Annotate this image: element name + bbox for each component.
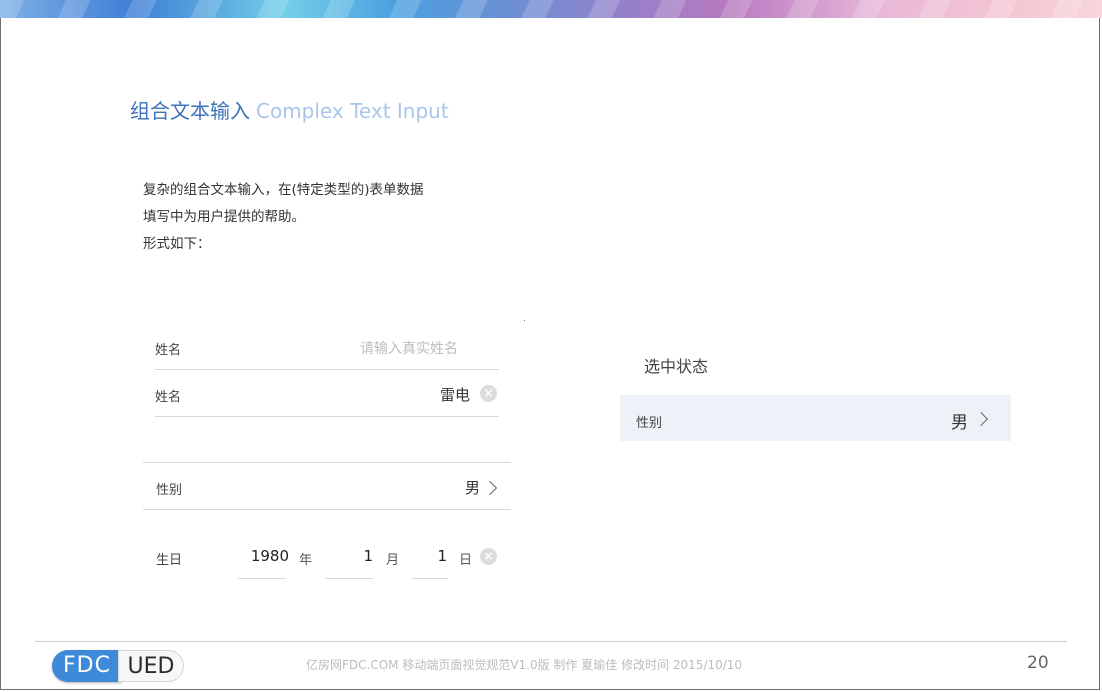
description: 复杂的组合文本输入，在(特定类型的)表单数据 填写中为用户提供的帮助。 形式如下… <box>143 177 424 258</box>
page-title: 组合文本输入 Complex Text Input <box>130 95 449 124</box>
divider <box>155 369 499 370</box>
name-label: 姓名 <box>155 390 182 405</box>
footer-text: 亿房网FDC.COM 移动端页面视觉规范V1.0版 制作 夏瑜佳 修改时间 20… <box>306 658 743 672</box>
gender-label: 性别 <box>156 483 183 498</box>
year-input[interactable]: 1980 <box>249 547 289 565</box>
fdc-ued-logo: FDC UED <box>52 650 184 682</box>
decorative-banner <box>0 0 1102 18</box>
name-input-row-empty[interactable]: 姓名 请输入真实姓名 <box>143 325 499 369</box>
day-underline <box>412 578 448 579</box>
day-unit: 日 <box>459 553 473 568</box>
gender-label: 性别 <box>636 416 663 431</box>
month-input[interactable]: 1 <box>343 547 373 565</box>
year-underline <box>238 578 286 579</box>
gender-select-row-selected[interactable]: 性别 男 <box>620 395 1011 441</box>
year-unit: 年 <box>299 553 313 568</box>
day-input[interactable]: 1 <box>415 547 447 565</box>
chevron-right-icon <box>973 411 989 427</box>
month-unit: 月 <box>386 553 400 568</box>
clear-icon[interactable]: × <box>480 548 497 565</box>
footer-divider <box>35 641 1067 642</box>
title-cn: 组合文本输入 <box>130 99 250 123</box>
chevron-right-icon <box>482 480 498 496</box>
gender-value: 男 <box>465 479 481 497</box>
selected-state-title: 选中状态 <box>644 357 709 376</box>
stray-dot <box>524 320 525 321</box>
title-en: Complex Text Input <box>256 99 449 123</box>
name-placeholder[interactable]: 请输入真实姓名 <box>360 338 458 358</box>
description-line: 形式如下： <box>143 236 211 252</box>
logo-fdc: FDC <box>52 650 122 682</box>
name-value[interactable]: 雷电 <box>440 384 470 405</box>
page-number: 20 <box>1027 653 1049 673</box>
name-label: 姓名 <box>155 343 182 358</box>
description-line: 复杂的组合文本输入，在(特定类型的)表单数据 <box>143 182 424 198</box>
clear-icon[interactable]: × <box>480 385 497 402</box>
divider <box>143 462 511 463</box>
divider <box>143 509 511 510</box>
birthday-label: 生日 <box>156 553 183 568</box>
divider <box>155 416 499 417</box>
gender-select-row[interactable]: 性别 男 <box>143 464 511 508</box>
description-line: 填写中为用户提供的帮助。 <box>143 209 305 225</box>
name-input-row-filled[interactable]: 姓名 雷电 × <box>143 371 499 415</box>
gender-value: 男 <box>951 413 968 433</box>
month-underline <box>325 578 373 579</box>
birthday-input-row: 生日 1980 年 1 月 1 日 × <box>143 536 511 580</box>
logo-ued: UED <box>118 650 184 682</box>
